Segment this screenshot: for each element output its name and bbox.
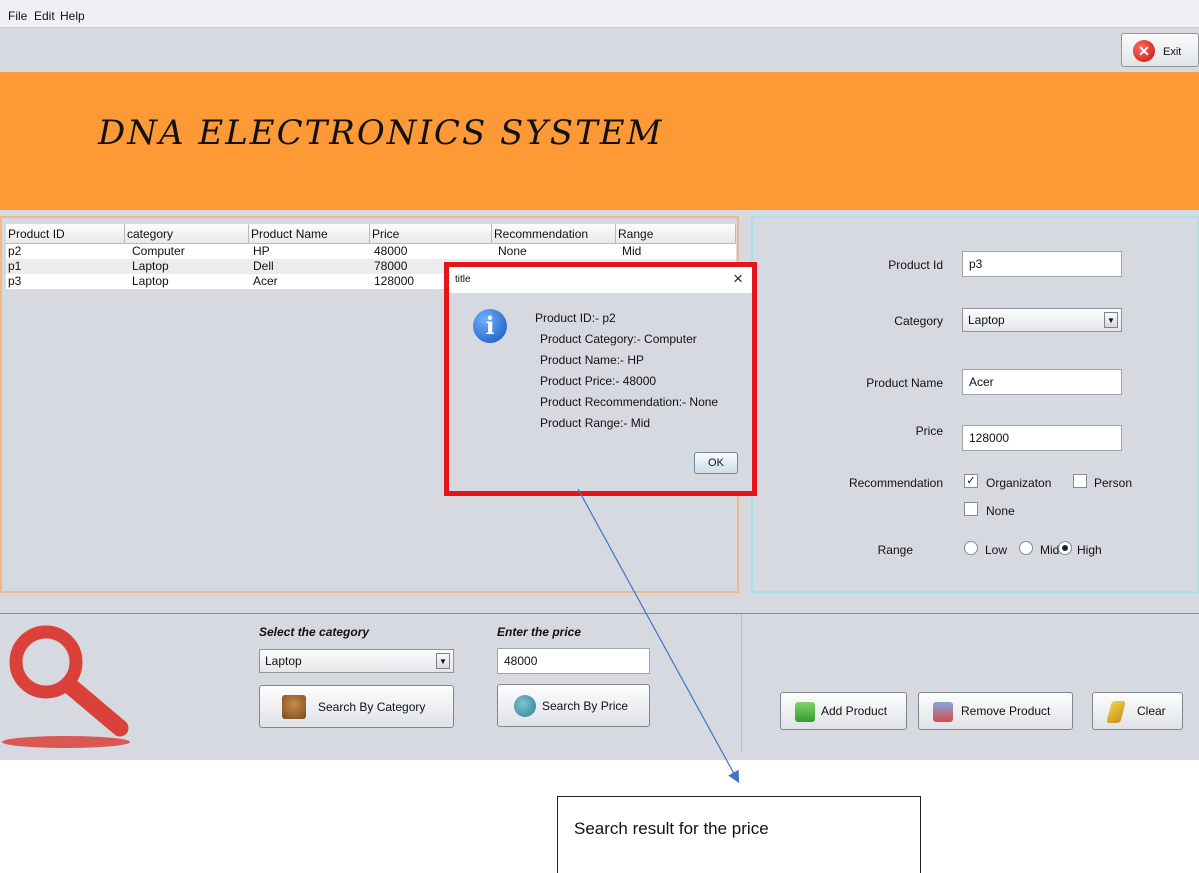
- annotation-callout: Search result for the price: [557, 796, 921, 873]
- annotation-text: Search result for the price: [574, 819, 769, 838]
- annotation-arrow: [577, 488, 740, 784]
